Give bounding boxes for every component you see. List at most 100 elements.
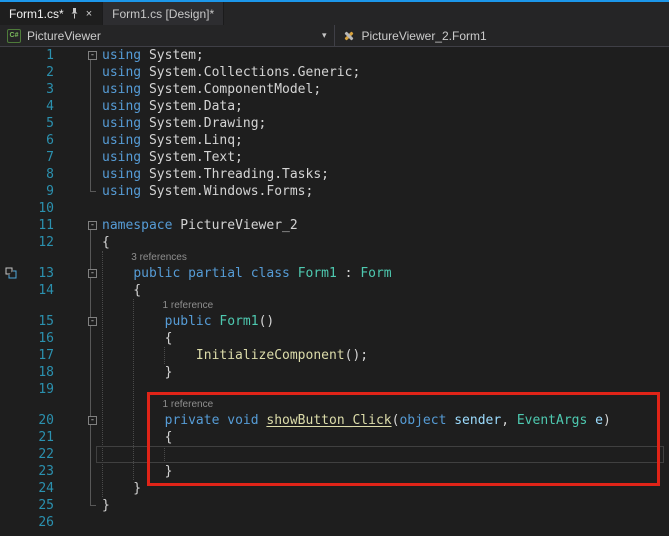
project-dropdown-label: PictureViewer: [27, 29, 101, 43]
outlining-margin: [54, 200, 100, 217]
glyph-margin: [2, 480, 32, 497]
code-line[interactable]: public partial class Form1 : Form: [100, 265, 669, 282]
code-row: 2using System.Collections.Generic;: [0, 64, 669, 81]
code-line[interactable]: {: [100, 330, 669, 347]
outlining-margin: [54, 64, 100, 81]
type-dropdown-label: PictureViewer_2.Form1: [362, 29, 487, 43]
code-token: System.ComponentModel;: [149, 82, 321, 97]
line-number: 13: [32, 265, 54, 282]
code-line[interactable]: using System;: [100, 47, 669, 64]
code-token: PictureViewer_2: [180, 218, 297, 233]
glyph-margin: [2, 217, 32, 234]
code-row: 10: [0, 200, 669, 217]
code-line[interactable]: {: [100, 234, 669, 251]
line-number: 14: [32, 282, 54, 299]
pin-icon[interactable]: [70, 8, 79, 19]
line-number: 1: [32, 47, 54, 64]
code-token: public: [165, 314, 220, 329]
close-icon[interactable]: ×: [85, 8, 93, 20]
tab-form1-cs[interactable]: Form1.cs* ×: [0, 2, 103, 25]
glyph-margin: [2, 234, 32, 251]
code-row: 15 - public Form1(): [0, 313, 669, 330]
code-token: {: [102, 235, 110, 250]
glyph-margin: [2, 149, 32, 166]
fold-collapse-button[interactable]: -: [88, 269, 97, 278]
code-line[interactable]: }: [100, 497, 669, 514]
glyph-margin: [2, 47, 32, 64]
code-token: ();: [345, 348, 368, 363]
glyph-margin: [2, 265, 32, 282]
line-number: 16: [32, 330, 54, 347]
line-number: 11: [32, 217, 54, 234]
code-line[interactable]: using System.Collections.Generic;: [100, 64, 669, 81]
project-dropdown[interactable]: C# PictureViewer ▾: [0, 25, 335, 46]
code-row: 8using System.Threading.Tasks;: [0, 166, 669, 183]
code-line[interactable]: using System.Threading.Tasks;: [100, 166, 669, 183]
tab-form1-cs-design[interactable]: Form1.cs [Design]*: [103, 2, 224, 25]
code-line[interactable]: using System.Drawing;: [100, 115, 669, 132]
line-number: 15: [32, 313, 54, 330]
code-line[interactable]: using System.Linq;: [100, 132, 669, 149]
code-token: {: [102, 283, 141, 298]
code-row: 16 {: [0, 330, 669, 347]
glyph-margin: [2, 412, 32, 429]
code-line[interactable]: using System.ComponentModel;: [100, 81, 669, 98]
code-row: 11 -namespace PictureViewer_2: [0, 217, 669, 234]
glyph-margin: [2, 497, 32, 514]
line-number: 24: [32, 480, 54, 497]
code-line[interactable]: using System.Windows.Forms;: [100, 183, 669, 200]
code-token: Form1: [219, 314, 258, 329]
line-number: 12: [32, 234, 54, 251]
code-line[interactable]: public Form1(): [100, 313, 669, 330]
outlining-margin: [54, 330, 100, 347]
code-token: System.Text;: [149, 150, 243, 165]
code-line[interactable]: [100, 200, 669, 217]
code-row: 12 {: [0, 234, 669, 251]
outlining-margin: -: [54, 265, 100, 282]
glyph-margin: [2, 98, 32, 115]
outlining-margin: [52, 398, 98, 412]
fold-collapse-button[interactable]: -: [88, 317, 97, 326]
outlining-margin: [54, 81, 100, 98]
glyph-margin: [2, 364, 32, 381]
outlining-margin: [52, 299, 98, 313]
code-line[interactable]: using System.Data;: [100, 98, 669, 115]
codelens-text[interactable]: 1 reference: [98, 299, 669, 313]
glyph-margin: [2, 446, 32, 463]
code-editor[interactable]: 1-using System;2using System.Collections…: [0, 47, 669, 536]
fold-collapse-button[interactable]: -: [88, 416, 97, 425]
line-number: 17: [32, 347, 54, 364]
code-token: {: [102, 331, 172, 346]
line-number: [30, 398, 52, 412]
glyph-margin: [0, 398, 30, 412]
document-tab-bar: Form1.cs* × Form1.cs [Design]*: [0, 2, 669, 25]
code-token: System.Linq;: [149, 133, 243, 148]
type-dropdown[interactable]: PictureViewer_2.Form1: [335, 25, 669, 46]
code-line[interactable]: [100, 514, 669, 531]
outlining-margin: [54, 115, 100, 132]
inheritance-margin-icon[interactable]: [5, 267, 17, 282]
tab-label: Form1.cs [Design]*: [112, 7, 214, 21]
code-line[interactable]: {: [100, 282, 669, 299]
codelens-text[interactable]: 3 references: [98, 251, 669, 265]
code-row: 13 - public partial class Form1 : Form: [0, 265, 669, 282]
tab-label: Form1.cs*: [9, 7, 64, 21]
code-line[interactable]: InitializeComponent();: [100, 347, 669, 364]
glyph-margin: [2, 64, 32, 81]
fold-collapse-button[interactable]: -: [88, 51, 97, 60]
glyph-margin: [0, 251, 30, 265]
line-number: 5: [32, 115, 54, 132]
code-row: 25}: [0, 497, 669, 514]
code-line[interactable]: }: [100, 364, 669, 381]
code-line[interactable]: using System.Text;: [100, 149, 669, 166]
outlining-margin: -: [54, 47, 100, 64]
code-line[interactable]: namespace PictureViewer_2: [100, 217, 669, 234]
code-token: using: [102, 184, 149, 199]
code-token: using: [102, 150, 149, 165]
code-token: [102, 348, 196, 363]
line-number: 20: [32, 412, 54, 429]
code-token: System.Threading.Tasks;: [149, 167, 329, 182]
code-row: 1 -using System;: [0, 47, 669, 64]
fold-collapse-button[interactable]: -: [88, 221, 97, 230]
outlining-margin: [54, 480, 100, 497]
